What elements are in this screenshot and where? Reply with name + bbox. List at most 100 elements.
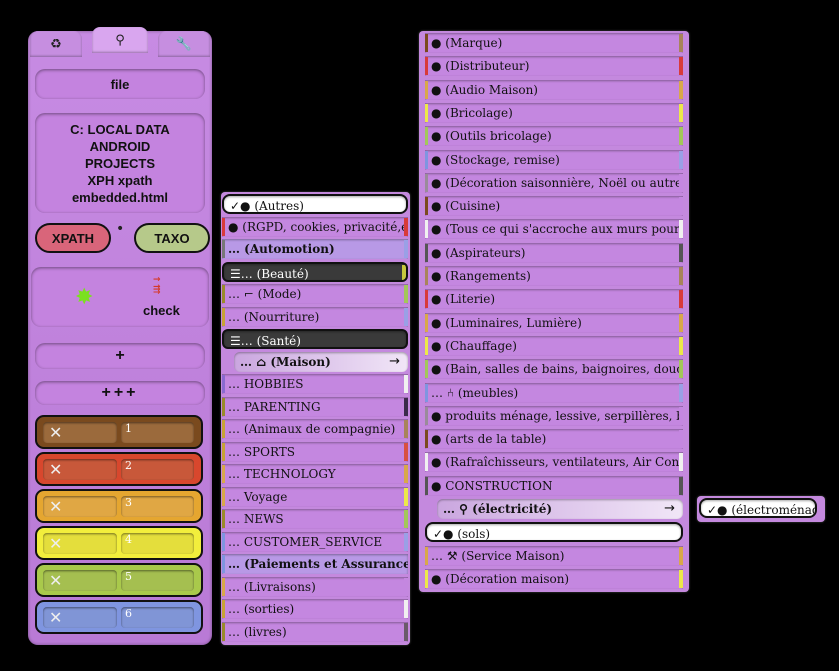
list-item[interactable]: ● (Luminaires, Lumière): [425, 312, 683, 333]
color-row-2[interactable]: ✕ 2: [35, 452, 203, 486]
right-color-marker: [679, 476, 683, 495]
expand-arrow-icon[interactable]: →: [389, 352, 400, 372]
list-item[interactable]: ✓● (électroménager): [699, 498, 817, 518]
list-item[interactable]: ● (Bain, salles de bains, baignoires, do…: [425, 359, 683, 380]
color-row-1[interactable]: ✕ 1: [35, 415, 203, 449]
list-item[interactable]: … (Nourriture): [222, 306, 408, 327]
list-item-label: … CUSTOMER_SERVICE: [228, 534, 383, 549]
list-item[interactable]: ● (Stockage, remise): [425, 149, 683, 170]
file-button[interactable]: file: [35, 69, 205, 99]
list-item-label: ● (Outils bricolage): [431, 129, 552, 144]
add-many-button[interactable]: +++: [35, 381, 205, 405]
right-color-marker: [679, 103, 683, 122]
right-color-marker: [404, 217, 408, 236]
list-item-label: … PARENTING: [228, 399, 321, 414]
right-color-marker: [679, 150, 683, 169]
xpath-button[interactable]: XPATH: [35, 223, 111, 253]
list-item[interactable]: … (sorties): [222, 599, 408, 619]
list-item[interactable]: … CUSTOMER_SERVICE: [222, 531, 408, 552]
list-item[interactable]: … TECHNOLOGY: [222, 464, 408, 484]
list-item-label: ● CONSTRUCTION: [431, 478, 553, 493]
color-label-field[interactable]: 3: [121, 496, 194, 517]
list-item[interactable]: … (Automotion): [222, 239, 408, 259]
left-color-marker: [222, 307, 225, 326]
list-item[interactable]: ● (Aspirateurs): [425, 242, 683, 263]
color-row-4[interactable]: ✕ 4: [35, 526, 203, 560]
list-item-label: … (Livraisons): [228, 579, 316, 594]
right-color-marker: [679, 267, 683, 285]
list-item[interactable]: … (Livraisons): [222, 576, 408, 597]
list-item[interactable]: ● (Rafraîchisseurs, ventilateurs, Air Co…: [425, 452, 683, 473]
delete-icon[interactable]: ✕: [43, 533, 117, 554]
list-item[interactable]: … (livres): [222, 621, 408, 642]
list-item[interactable]: … PARENTING: [222, 396, 408, 417]
list-item[interactable]: ● (Distributeur): [425, 56, 683, 77]
color-row-5[interactable]: ✕ 5: [35, 563, 203, 597]
list-item[interactable]: ● (Audio Maison): [425, 79, 683, 100]
color-row-3[interactable]: ✕ 3: [35, 489, 203, 523]
left-color-marker: [425, 476, 428, 495]
list-item[interactable]: ● (Rangements): [425, 266, 683, 286]
delete-icon[interactable]: ✕: [43, 607, 117, 628]
list-item[interactable]: … ⚲ (électricité) →: [437, 499, 683, 519]
delete-icon[interactable]: ✕: [43, 496, 117, 517]
color-label-field[interactable]: 5: [121, 570, 194, 591]
wrench-tab[interactable]: 🔧: [158, 31, 210, 57]
left-color-marker: [425, 220, 428, 239]
list-item[interactable]: ☰… (Beauté): [222, 261, 408, 282]
list-item[interactable]: … (Animaux de compagnie): [222, 419, 408, 439]
right-color-marker: [679, 336, 683, 355]
delete-icon[interactable]: ✕: [43, 422, 117, 443]
list-item[interactable]: ✓● (sols): [425, 522, 683, 543]
list-item[interactable]: ● (Tous ce qui s'accroche aux murs pour …: [425, 219, 683, 240]
color-label-field[interactable]: 1: [121, 422, 194, 443]
color-label-field[interactable]: 2: [121, 459, 194, 480]
list-item[interactable]: … HOBBIES: [222, 374, 408, 394]
list-item[interactable]: … NEWS: [222, 509, 408, 529]
list-item[interactable]: … ⚒ (Service Maison): [425, 545, 683, 566]
list-item[interactable]: ● produits ménage, lessive, serpillères,…: [425, 405, 683, 426]
left-color-marker: [425, 406, 428, 425]
recycle-tab[interactable]: ♻: [30, 31, 82, 57]
list-item[interactable]: ● (RGPD, cookies, privacité,etc): [222, 216, 408, 237]
list-item[interactable]: ● (Literie): [425, 289, 683, 310]
list-item[interactable]: ✓● (Autres): [222, 194, 408, 214]
list-item[interactable]: ● (Chauffage): [425, 335, 683, 356]
category-panel-1: ✓● (Autres) ● (RGPD, cookies, privacité,e…: [221, 192, 410, 645]
list-item[interactable]: ● (Outils bricolage): [425, 126, 683, 147]
right-color-marker: [402, 264, 406, 280]
sparkle-icon[interactable]: ✸: [75, 285, 93, 310]
list-item[interactable]: … (Paiements et Assurances): [222, 554, 408, 574]
list-item[interactable]: ● (arts de la table): [425, 429, 683, 450]
list-item[interactable]: ● (Bricolage): [425, 102, 683, 123]
delete-icon[interactable]: ✕: [43, 570, 117, 591]
add-button[interactable]: +: [35, 343, 205, 369]
right-color-marker: [404, 375, 408, 393]
left-color-marker: [425, 546, 428, 565]
list-item[interactable]: … SPORTS: [222, 441, 408, 462]
list-item[interactable]: ● (Décoration maison): [425, 568, 683, 589]
left-color-marker: [222, 555, 225, 573]
color-label-field[interactable]: 4: [121, 533, 194, 554]
list-item[interactable]: … ⌂ (Maison) →: [234, 351, 408, 372]
taxo-button[interactable]: TAXO: [134, 223, 210, 253]
expand-arrow-icon[interactable]: →: [664, 499, 675, 519]
right-color-marker: [404, 397, 408, 416]
right-color-marker: [404, 532, 408, 551]
list-item[interactable]: ● CONSTRUCTION: [425, 475, 683, 496]
color-label-field[interactable]: 6: [121, 607, 194, 628]
list-item[interactable]: ● (Marque): [425, 33, 683, 53]
search-tab[interactable]: ⚲: [92, 27, 148, 53]
list-item[interactable]: … ⌐ (Mode): [222, 284, 408, 304]
left-color-marker: [425, 243, 428, 262]
color-row-6[interactable]: ✕ 6: [35, 600, 203, 634]
list-item-label: ● (Rangements): [431, 269, 531, 283]
list-item[interactable]: … ⑃ (meubles): [425, 382, 683, 403]
list-item[interactable]: ● (Décoration saisonnière, Noël ou autre…: [425, 172, 683, 193]
list-item[interactable]: ☰… (Santé): [222, 329, 408, 349]
list-item[interactable]: … Voyage: [222, 486, 408, 507]
list-item[interactable]: ● (Cuisine): [425, 196, 683, 217]
delete-icon[interactable]: ✕: [43, 459, 117, 480]
check-button[interactable]: check: [143, 303, 180, 318]
left-color-marker: [425, 336, 428, 355]
